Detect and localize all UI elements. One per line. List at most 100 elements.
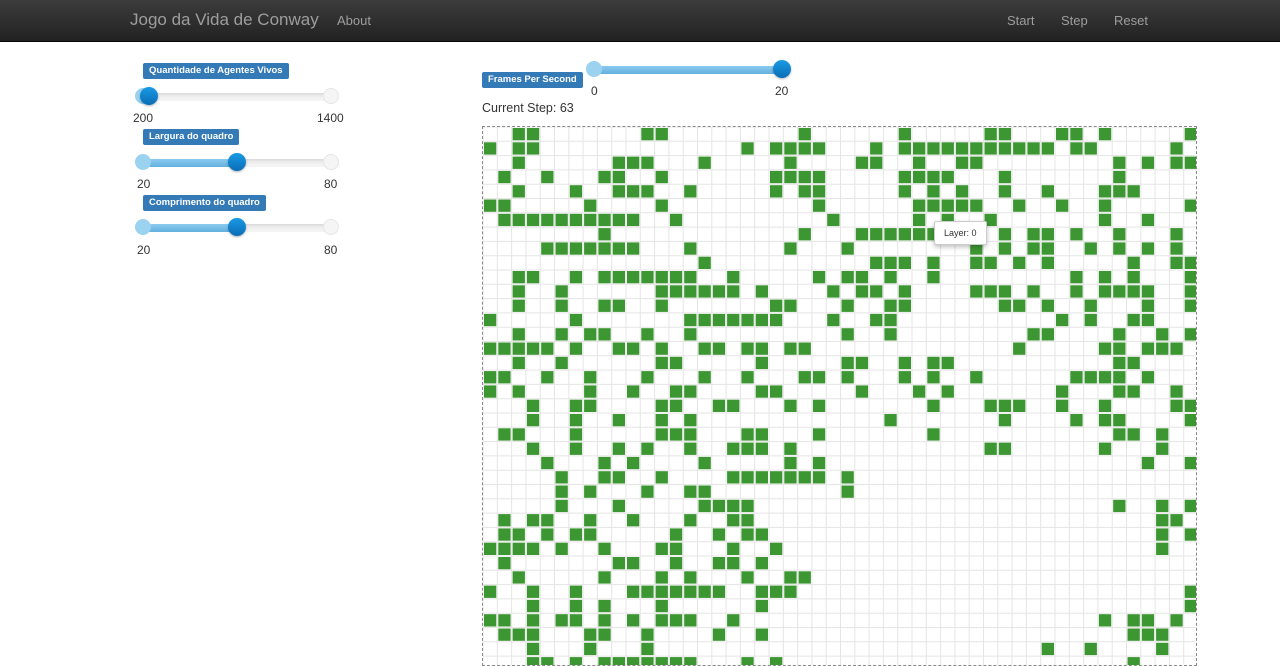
- alive-cell[interactable]: [541, 371, 554, 384]
- alive-cell[interactable]: [784, 399, 797, 412]
- alive-cell[interactable]: [784, 170, 797, 184]
- alive-cell[interactable]: [612, 299, 625, 312]
- alive-cell[interactable]: [1184, 456, 1197, 470]
- alive-cell[interactable]: [727, 442, 740, 455]
- alive-cell[interactable]: [641, 371, 654, 384]
- alive-cell[interactable]: [598, 228, 611, 241]
- alive-cell[interactable]: [569, 585, 583, 598]
- alive-cell[interactable]: [927, 185, 940, 198]
- alive-cell[interactable]: [741, 313, 754, 327]
- alive-cell[interactable]: [627, 342, 640, 355]
- start-button[interactable]: Start: [1007, 13, 1034, 28]
- alive-cell[interactable]: [798, 571, 811, 584]
- alive-cell[interactable]: [941, 356, 954, 370]
- alive-cell[interactable]: [1127, 657, 1140, 666]
- alive-cell[interactable]: [1156, 628, 1169, 641]
- alive-cell[interactable]: [627, 271, 640, 284]
- alive-cell[interactable]: [712, 557, 726, 570]
- alive-cell[interactable]: [569, 399, 583, 412]
- alive-cell[interactable]: [555, 499, 568, 513]
- alive-cell[interactable]: [627, 557, 640, 570]
- alive-cell[interactable]: [655, 170, 668, 184]
- alive-cell[interactable]: [812, 185, 826, 198]
- alive-cell[interactable]: [569, 242, 583, 255]
- alive-cell[interactable]: [998, 128, 1012, 141]
- alive-cell[interactable]: [1098, 213, 1112, 227]
- alive-cell[interactable]: [812, 142, 826, 155]
- alive-cell[interactable]: [770, 385, 783, 398]
- alive-cell[interactable]: [1098, 399, 1112, 412]
- alive-cell[interactable]: [941, 170, 954, 184]
- alive-cell[interactable]: [927, 170, 940, 184]
- alive-cell[interactable]: [1070, 228, 1083, 241]
- alive-cell[interactable]: [684, 614, 697, 627]
- board-grid[interactable]: [483, 127, 1197, 666]
- alive-cell[interactable]: [627, 514, 640, 527]
- alive-cell[interactable]: [712, 399, 726, 412]
- alive-cell[interactable]: [1027, 228, 1040, 241]
- alive-cell[interactable]: [655, 285, 668, 298]
- alive-cell[interactable]: [741, 528, 754, 541]
- length-slider[interactable]: [135, 218, 339, 238]
- alive-cell[interactable]: [913, 170, 926, 184]
- alive-cell[interactable]: [526, 213, 540, 227]
- alive-cell[interactable]: [598, 614, 611, 627]
- alive-cell[interactable]: [512, 285, 525, 298]
- alive-cell[interactable]: [612, 557, 625, 570]
- alive-cell[interactable]: [698, 342, 711, 355]
- alive-cell[interactable]: [612, 414, 625, 427]
- alive-cell[interactable]: [898, 142, 911, 155]
- alive-cell[interactable]: [1184, 328, 1197, 341]
- alive-cell[interactable]: [684, 514, 697, 527]
- alive-cell[interactable]: [827, 313, 840, 327]
- alive-cell[interactable]: [627, 456, 640, 470]
- alive-cell[interactable]: [941, 385, 954, 398]
- alive-cell[interactable]: [512, 428, 525, 441]
- alive-cell[interactable]: [712, 285, 726, 298]
- alive-cell[interactable]: [1013, 199, 1026, 212]
- alive-cell[interactable]: [512, 185, 525, 198]
- alive-cell[interactable]: [1141, 614, 1155, 627]
- alive-cell[interactable]: [1056, 128, 1069, 141]
- alive-cell[interactable]: [1027, 328, 1040, 341]
- alive-cell[interactable]: [998, 185, 1012, 198]
- alive-cell[interactable]: [798, 471, 811, 484]
- alive-cell[interactable]: [1127, 271, 1140, 284]
- alive-cell[interactable]: [898, 128, 911, 141]
- alive-cell[interactable]: [812, 371, 826, 384]
- alive-cell[interactable]: [555, 485, 568, 498]
- alive-cell[interactable]: [755, 599, 768, 613]
- alive-cell[interactable]: [1041, 256, 1054, 269]
- alive-cell[interactable]: [1141, 456, 1155, 470]
- game-board[interactable]: [482, 126, 1197, 666]
- alive-cell[interactable]: [770, 170, 783, 184]
- alive-cell[interactable]: [698, 285, 711, 298]
- alive-cell[interactable]: [655, 342, 668, 355]
- alive-cell[interactable]: [1056, 399, 1069, 412]
- fps-slider[interactable]: [586, 60, 791, 80]
- alive-cell[interactable]: [841, 356, 854, 370]
- alive-cell[interactable]: [741, 514, 754, 527]
- alive-cell[interactable]: [612, 242, 625, 255]
- alive-cell[interactable]: [1156, 342, 1169, 355]
- alive-cell[interactable]: [1184, 271, 1197, 284]
- alive-cell[interactable]: [770, 471, 783, 484]
- alive-cell[interactable]: [1013, 142, 1026, 155]
- alive-cell[interactable]: [512, 213, 525, 227]
- alive-cell[interactable]: [855, 356, 869, 370]
- alive-cell[interactable]: [712, 342, 726, 355]
- alive-cell[interactable]: [727, 557, 740, 570]
- alive-cell[interactable]: [1113, 414, 1126, 427]
- alive-cell[interactable]: [755, 628, 768, 641]
- alive-cell[interactable]: [1127, 628, 1140, 641]
- alive-cell[interactable]: [569, 614, 583, 627]
- alive-cell[interactable]: [526, 542, 540, 555]
- alive-cell[interactable]: [727, 499, 740, 513]
- alive-cell[interactable]: [955, 156, 969, 169]
- alive-cell[interactable]: [784, 442, 797, 455]
- alive-cell[interactable]: [684, 285, 697, 298]
- alive-cell[interactable]: [741, 428, 754, 441]
- alive-cell[interactable]: [1041, 185, 1054, 198]
- alive-cell[interactable]: [526, 585, 540, 598]
- alive-cell[interactable]: [1170, 399, 1183, 412]
